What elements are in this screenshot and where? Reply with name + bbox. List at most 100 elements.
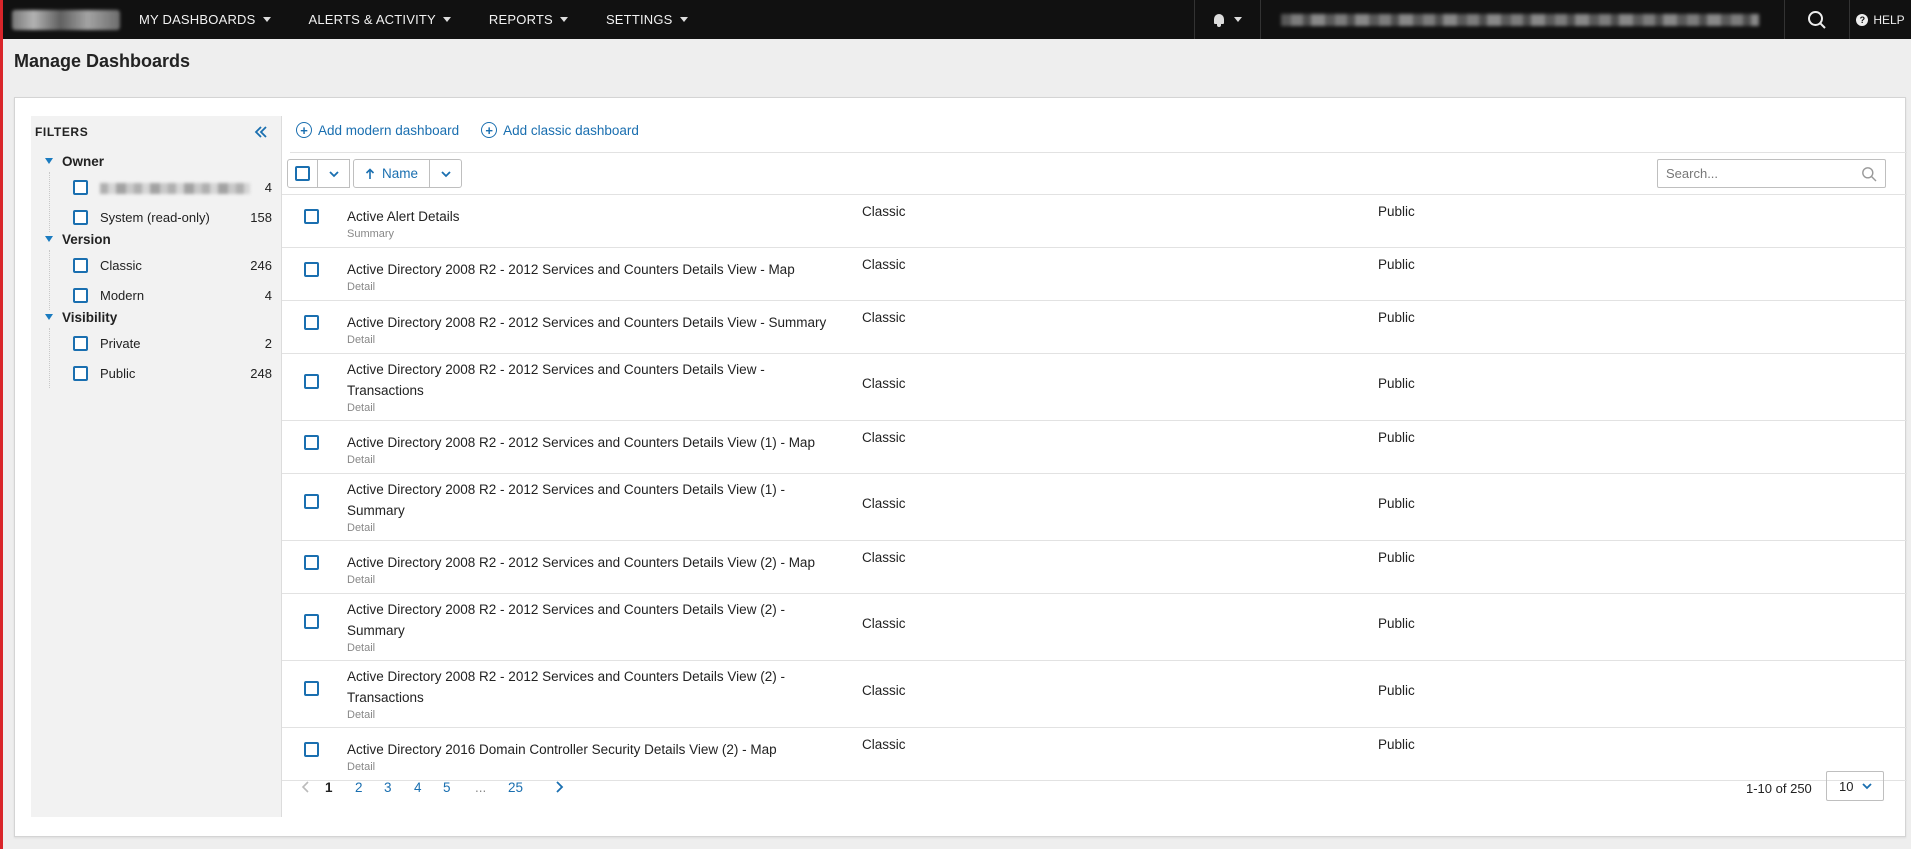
- filter-checkbox[interactable]: [73, 257, 88, 273]
- page-link-last[interactable]: 25: [508, 780, 523, 795]
- filter-group-version: Version Classic 246 Modern 4: [31, 228, 282, 310]
- nav-label: MY DASHBOARDS: [139, 12, 256, 27]
- row-checkbox[interactable]: [304, 555, 319, 570]
- dashboard-name-link[interactable]: Active Directory 2008 R2 - 2012 Services…: [347, 435, 815, 450]
- search-icon[interactable]: [1861, 166, 1877, 182]
- sort-by-name-button[interactable]: Name: [353, 159, 430, 188]
- triangle-down-icon: [45, 158, 53, 164]
- filter-item: Private 2: [50, 328, 282, 358]
- main-nav: MY DASHBOARDS ALERTS & ACTIVITY REPORTS …: [120, 0, 707, 39]
- row-checkbox[interactable]: [304, 209, 319, 224]
- caret-down-icon: [679, 17, 688, 22]
- caret-down-icon: [1234, 17, 1242, 22]
- row-version: Classic: [862, 616, 906, 631]
- global-search-button[interactable]: [1784, 0, 1849, 39]
- page-link-2[interactable]: 2: [355, 780, 363, 795]
- row-checkbox[interactable]: [304, 262, 319, 277]
- brand-logo[interactable]: [0, 0, 120, 39]
- page-link-1[interactable]: 1: [325, 780, 333, 795]
- add-classic-dashboard-button[interactable]: + Add classic dashboard: [481, 122, 639, 138]
- filters-title: FILTERS: [35, 125, 89, 139]
- filters-sidebar: FILTERS Owner 4 System (read-only) 158 Ve…: [31, 116, 282, 817]
- left-accent-strip: [0, 0, 3, 849]
- filter-checkbox[interactable]: [73, 179, 88, 195]
- row-checkbox[interactable]: [304, 681, 319, 696]
- row-name-cell: Active Directory 2008 R2 - 2012 Services…: [347, 432, 827, 467]
- table-row: Active Directory 2008 R2 - 2012 Services…: [282, 474, 1907, 541]
- dashboard-name-link[interactable]: Active Directory 2008 R2 - 2012 Services…: [347, 262, 795, 277]
- nav-alerts-activity[interactable]: ALERTS & ACTIVITY: [290, 0, 470, 39]
- nav-my-dashboards[interactable]: MY DASHBOARDS: [120, 0, 290, 39]
- dashboards-table: Active Alert Details Summary Classic Publ…: [282, 195, 1907, 781]
- filter-item: 4: [50, 172, 282, 202]
- pagination-range: 1-10 of 250: [1746, 781, 1812, 796]
- row-version: Classic: [862, 257, 906, 272]
- filter-checkbox[interactable]: [73, 209, 88, 225]
- add-modern-dashboard-button[interactable]: + Add modern dashboard: [296, 122, 459, 138]
- row-name-cell: Active Directory 2008 R2 - 2012 Services…: [347, 666, 827, 722]
- page-link-4[interactable]: 4: [414, 780, 422, 795]
- dashboard-name-link[interactable]: Active Directory 2008 R2 - 2012 Services…: [347, 669, 785, 705]
- dashboard-name-link[interactable]: Active Directory 2016 Domain Controller …: [347, 742, 777, 757]
- row-visibility: Public: [1378, 430, 1415, 445]
- dashboard-name-link[interactable]: Active Directory 2008 R2 - 2012 Services…: [347, 315, 826, 330]
- row-version: Classic: [862, 550, 906, 565]
- filter-group-toggle[interactable]: Owner: [31, 150, 282, 172]
- page-link-3[interactable]: 3: [384, 780, 392, 795]
- dashboard-name-link[interactable]: Active Alert Details: [347, 209, 460, 224]
- filter-item-label: Modern: [100, 287, 145, 303]
- dashboard-name-link[interactable]: Active Directory 2008 R2 - 2012 Services…: [347, 555, 815, 570]
- row-name-cell: Active Directory 2008 R2 - 2012 Services…: [347, 359, 827, 415]
- nav-label: SETTINGS: [605, 12, 673, 27]
- page-size-value: 10: [1839, 778, 1854, 794]
- chevron-right-icon[interactable]: [553, 780, 565, 794]
- add-modern-label: Add modern dashboard: [318, 122, 460, 138]
- table-row: Active Directory 2008 R2 - 2012 Services…: [282, 248, 1907, 301]
- page-size-select[interactable]: 10: [1826, 771, 1884, 801]
- actions-bar: + Add modern dashboard + Add classic dashb…: [296, 122, 661, 138]
- filter-group-toggle[interactable]: Version: [31, 228, 282, 250]
- chevron-down-icon: [1862, 783, 1872, 790]
- filter-item-label: Classic: [100, 257, 142, 273]
- chevron-left-icon[interactable]: [300, 780, 312, 794]
- help-label: HELP: [1873, 12, 1905, 27]
- search-field: [1657, 159, 1886, 188]
- row-visibility: Public: [1378, 257, 1415, 272]
- nav-reports[interactable]: REPORTS: [470, 0, 587, 39]
- divider: [290, 152, 1907, 153]
- row-checkbox[interactable]: [304, 494, 319, 509]
- dashboard-name-link[interactable]: Active Directory 2008 R2 - 2012 Services…: [347, 362, 765, 398]
- row-checkbox[interactable]: [304, 614, 319, 629]
- table-row: Active Directory 2008 R2 - 2012 Services…: [282, 594, 1907, 661]
- nav-settings[interactable]: SETTINGS: [587, 0, 707, 39]
- filter-item-count: 248: [250, 365, 272, 381]
- page-link-5[interactable]: 5: [443, 780, 451, 795]
- plus-circle-icon: +: [296, 122, 312, 138]
- help-button[interactable]: ? HELP: [1849, 0, 1911, 39]
- table-row: Active Directory 2008 R2 - 2012 Services…: [282, 301, 1907, 354]
- dashboard-name-link[interactable]: Active Directory 2008 R2 - 2012 Services…: [347, 482, 785, 518]
- row-checkbox[interactable]: [304, 742, 319, 757]
- filter-checkbox[interactable]: [73, 287, 88, 303]
- filter-item-count: 4: [264, 287, 272, 303]
- row-visibility: Public: [1378, 683, 1415, 698]
- search-input[interactable]: [1666, 166, 1861, 181]
- dashboard-name-link[interactable]: Active Directory 2008 R2 - 2012 Services…: [347, 602, 785, 638]
- row-visibility: Public: [1378, 310, 1415, 325]
- filter-checkbox[interactable]: [73, 335, 88, 351]
- filter-item-count: 158: [250, 209, 272, 225]
- filter-group-toggle[interactable]: Visibility: [31, 306, 282, 328]
- filter-checkbox[interactable]: [73, 365, 88, 381]
- filter-item-label: Public: [100, 365, 136, 381]
- notifications-button[interactable]: [1194, 0, 1260, 39]
- row-checkbox[interactable]: [304, 374, 319, 389]
- sort-options-dropdown[interactable]: [430, 159, 462, 188]
- row-checkbox[interactable]: [304, 435, 319, 450]
- filter-item-count: 2: [264, 335, 272, 351]
- user-info[interactable]: [1260, 0, 1784, 39]
- select-all-checkbox[interactable]: [287, 159, 318, 188]
- sort-label: Name: [381, 166, 418, 181]
- double-chevron-left-icon[interactable]: [254, 125, 268, 139]
- select-options-dropdown[interactable]: [318, 159, 350, 188]
- row-checkbox[interactable]: [304, 315, 319, 330]
